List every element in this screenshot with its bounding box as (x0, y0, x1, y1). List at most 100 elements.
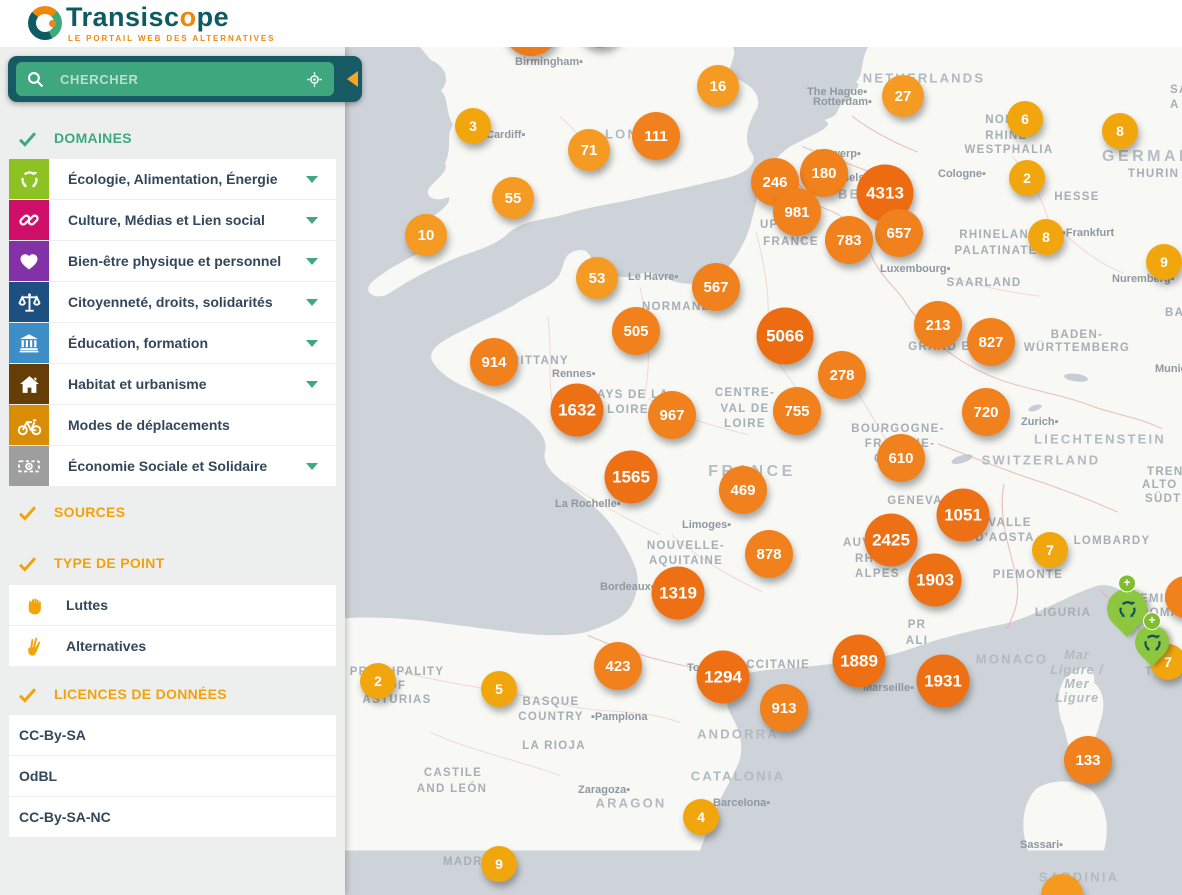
cluster-marker[interactable]: 8 (1102, 113, 1138, 149)
cluster-marker[interactable]: 111 (632, 112, 680, 160)
domain-label: Habitat et urbanisme (49, 376, 306, 392)
cluster-marker[interactable]: 7 (1032, 532, 1068, 568)
recycle-pin[interactable]: + (1128, 618, 1176, 666)
cluster-marker[interactable]: 1319 (652, 567, 705, 620)
chevron-down-icon[interactable] (306, 299, 318, 306)
domain-row-1[interactable]: Écologie, Alimentation, Énergie (9, 159, 336, 199)
cluster-marker[interactable]: 3 (455, 108, 491, 144)
cluster-marker[interactable]: 5 (481, 671, 517, 707)
cluster-marker[interactable]: 5066 (757, 308, 814, 365)
cluster-marker[interactable]: 567 (692, 263, 740, 311)
locate-icon[interactable] (305, 70, 324, 89)
logo-dot-icon (49, 20, 56, 27)
licence-row-2[interactable]: OdBL (9, 756, 336, 796)
cluster-marker[interactable]: 1294 (697, 651, 750, 704)
cluster-marker[interactable]: 469 (719, 466, 767, 514)
licence-label: CC-By-SA-NC (9, 809, 111, 825)
link-icon (9, 200, 49, 240)
cluster-marker[interactable]: 423 (594, 642, 642, 690)
cluster-marker[interactable]: 6 (1007, 101, 1043, 137)
search-input[interactable] (58, 71, 305, 88)
domain-row-4[interactable]: Citoyenneté, droits, solidarités (9, 282, 336, 322)
cluster-marker[interactable]: 133 (1064, 736, 1112, 784)
licence-label: OdBL (9, 768, 57, 784)
cluster-marker[interactable]: 981 (773, 188, 821, 236)
cluster-marker[interactable]: 914 (470, 338, 518, 386)
domain-row-8[interactable]: Économie Sociale et Solidaire (9, 446, 336, 486)
chevron-down-icon[interactable] (306, 463, 318, 470)
point-type-row-2[interactable]: Alternatives (9, 626, 336, 666)
check-icon (17, 128, 38, 149)
domain-row-2[interactable]: Culture, Médias et Lien social (9, 200, 336, 240)
cluster-marker[interactable]: 657 (875, 209, 923, 257)
brand-name: Transiscope (66, 2, 229, 33)
cluster-marker[interactable]: 4 (683, 799, 719, 835)
section-title-licences: LICENCES DE DONNÉES (54, 686, 227, 702)
domain-label: Culture, Médias et Lien social (49, 212, 306, 228)
domain-label: Citoyenneté, droits, solidarités (49, 294, 306, 310)
transiscope-logo-icon (28, 6, 62, 40)
check-icon (17, 502, 38, 523)
cluster-marker[interactable]: 8 (1028, 219, 1064, 255)
domain-row-6[interactable]: Habitat et urbanisme (9, 364, 336, 404)
cluster-marker[interactable]: 55 (492, 177, 534, 219)
chevron-down-icon[interactable] (306, 217, 318, 224)
cluster-marker[interactable]: 1632 (551, 384, 604, 437)
cluster-marker[interactable]: 9 (481, 846, 517, 882)
domain-label: Modes de déplacements (49, 417, 336, 433)
point-type-row-1[interactable]: Luttes (9, 585, 336, 625)
cluster-marker[interactable]: 9 (1146, 244, 1182, 280)
cluster-marker[interactable]: 967 (648, 391, 696, 439)
fist-icon (23, 593, 48, 618)
domain-row-7[interactable]: Modes de déplacements (9, 405, 336, 445)
brand-tagline: LE PORTAIL WEB DES ALTERNATIVES (68, 34, 275, 43)
cluster-marker[interactable]: 610 (877, 434, 925, 482)
cluster-marker[interactable]: 27 (882, 75, 924, 117)
cluster-marker[interactable]: 278 (818, 351, 866, 399)
cluster-marker[interactable]: 2 (360, 663, 396, 699)
cluster-marker[interactable]: 71 (568, 129, 610, 171)
cluster-marker[interactable]: 10 (405, 214, 447, 256)
cluster-marker[interactable]: 2 (1009, 160, 1045, 196)
scales-icon (9, 282, 49, 322)
cluster-marker[interactable]: 783 (825, 216, 873, 264)
domain-label: Éducation, formation (49, 335, 306, 351)
chevron-down-icon[interactable] (306, 340, 318, 347)
domain-label: Bien-être physique et personnel (49, 253, 306, 269)
sidebar-collapse-arrow[interactable] (347, 71, 358, 87)
domains-list: Écologie, Alimentation, Énergie Culture, … (0, 159, 345, 487)
plus-badge-icon: + (1143, 612, 1161, 630)
cluster-marker[interactable]: 913 (760, 684, 808, 732)
cluster-marker[interactable]: 1889 (833, 635, 886, 688)
section-sources: SOURCES (0, 499, 345, 525)
domain-label: Écologie, Alimentation, Énergie (49, 171, 306, 187)
cluster-marker[interactable]: 2425 (865, 514, 918, 567)
recycle-icon (1135, 625, 1169, 659)
cluster-marker[interactable]: 755 (773, 387, 821, 435)
check-icon (17, 553, 38, 574)
domain-row-5[interactable]: Éducation, formation (9, 323, 336, 363)
licence-row-3[interactable]: CC-By-SA-NC (9, 797, 336, 837)
cluster-marker[interactable]: 53 (576, 257, 618, 299)
cluster-marker[interactable]: 827 (967, 318, 1015, 366)
cluster-marker[interactable]: 878 (745, 530, 793, 578)
bank-icon (9, 323, 49, 363)
cluster-marker[interactable]: 1903 (909, 554, 962, 607)
cluster-marker[interactable]: 1565 (605, 451, 658, 504)
cluster-marker[interactable]: 213 (914, 301, 962, 349)
cluster-marker[interactable]: 1931 (917, 655, 970, 708)
chevron-down-icon[interactable] (306, 258, 318, 265)
licences-list: CC-By-SA OdBL CC-By-SA-NC (0, 715, 345, 838)
cluster-marker[interactable]: 16 (697, 65, 739, 107)
cluster-marker[interactable]: 1051 (937, 489, 990, 542)
licence-row-1[interactable]: CC-By-SA (9, 715, 336, 755)
transiscope-app: Birmingham▪Cardiff▪LONDONNETHERLANDSThe … (0, 0, 1182, 895)
section-type-de-point: TYPE DE POINT (0, 550, 345, 576)
cluster-marker[interactable]: 505 (612, 307, 660, 355)
chevron-down-icon[interactable] (306, 381, 318, 388)
section-domaines: DOMAINES (0, 125, 345, 151)
cluster-marker[interactable]: 720 (962, 388, 1010, 436)
chevron-down-icon[interactable] (306, 176, 318, 183)
domain-row-3[interactable]: Bien-être physique et personnel (9, 241, 336, 281)
plus-badge-icon: + (1118, 574, 1136, 592)
